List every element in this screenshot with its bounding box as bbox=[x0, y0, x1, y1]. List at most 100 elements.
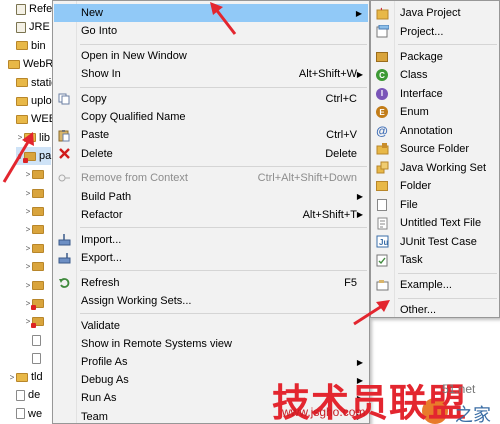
tree-item[interactable]: WebRoot bbox=[0, 55, 60, 73]
junit-icon: Ju bbox=[375, 235, 389, 249]
submenu-item-class[interactable]: C Class bbox=[371, 66, 499, 84]
submenu-arrow-icon: ▶ bbox=[356, 357, 363, 367]
expand-toggle-icon[interactable]: > bbox=[24, 244, 32, 253]
tree-item-label: pa bbox=[39, 150, 52, 163]
expand-toggle-icon[interactable]: > bbox=[24, 262, 32, 271]
tree-item[interactable]: we bbox=[8, 405, 42, 423]
menu-item-remove-from-context: Remove from Context Ctrl+Alt+Shift+Down bbox=[58, 169, 369, 187]
menu-item-show-in[interactable]: Show In Alt+Shift+W ▶ bbox=[77, 65, 369, 83]
menu-icon-gutter bbox=[53, 1, 77, 423]
submenu-item-label: Example... bbox=[400, 279, 452, 291]
menu-item-show-in-remote-systems-view[interactable]: Show in Remote Systems view bbox=[77, 335, 369, 353]
tree-item[interactable] bbox=[24, 331, 44, 349]
folder-icon bbox=[16, 78, 28, 88]
expand-toggle-icon[interactable]: > bbox=[24, 225, 32, 234]
source-folder-icon bbox=[375, 142, 389, 156]
menu-separator bbox=[80, 86, 367, 88]
menu-item-label: Validate bbox=[81, 319, 120, 332]
menu-item-profile-as[interactable]: Profile As ▶ bbox=[77, 353, 369, 371]
submenu-item-junit-test-case[interactable]: Ju JUnit Test Case bbox=[371, 233, 499, 251]
menu-item-shortcut: F5 bbox=[344, 276, 357, 289]
text-file-icon bbox=[375, 216, 389, 230]
import-icon bbox=[57, 233, 71, 247]
submenu-item-enum[interactable]: E Enum bbox=[371, 103, 499, 121]
expand-toggle-icon[interactable]: > bbox=[24, 281, 32, 290]
submenu-item-label: Annotation bbox=[400, 124, 453, 137]
remove-context-icon bbox=[57, 171, 71, 185]
menu-item-export[interactable]: Export... bbox=[58, 249, 369, 267]
tree-item-label: tld bbox=[31, 371, 43, 383]
tree-item[interactable]: > bbox=[24, 313, 47, 331]
menu-item-label: Build Path bbox=[81, 190, 132, 203]
jar-icon bbox=[16, 21, 26, 33]
submenu-item-label: Project... bbox=[400, 25, 444, 38]
tree-item[interactable]: > bbox=[24, 239, 47, 257]
tree-item[interactable]: > tld bbox=[8, 368, 43, 386]
menu-item-label: Show In bbox=[81, 68, 121, 81]
submenu-item-package[interactable]: Package bbox=[371, 48, 499, 66]
menu-item-assign-working-sets[interactable]: Assign Working Sets... bbox=[77, 292, 369, 310]
submenu-item-interface[interactable]: I Interface bbox=[371, 85, 499, 103]
menu-separator bbox=[80, 270, 367, 272]
tree-item[interactable] bbox=[24, 350, 44, 368]
submenu-arrow-icon: ▶ bbox=[356, 192, 363, 202]
jar-icon bbox=[16, 3, 26, 15]
submenu-item-project[interactable]: Project... bbox=[371, 23, 499, 41]
submenu-item-example[interactable]: Example... bbox=[371, 276, 499, 294]
expand-toggle-icon[interactable]: > bbox=[24, 207, 32, 216]
submenu-item-label: Package bbox=[400, 50, 443, 63]
arrow-annotation-other bbox=[353, 300, 390, 326]
menu-item-label: Refresh bbox=[81, 276, 120, 289]
package-icon bbox=[32, 225, 44, 235]
menu-item-validate[interactable]: Validate bbox=[77, 317, 369, 335]
tree-item[interactable]: static bbox=[8, 74, 57, 92]
new-submenu: Java Project Project... Package C Class I Inte… bbox=[370, 0, 500, 318]
menu-item-label: Export... bbox=[81, 251, 122, 264]
interface-icon: I bbox=[376, 87, 388, 100]
tree-item[interactable]: bin bbox=[8, 37, 46, 55]
folder-icon bbox=[16, 114, 28, 124]
submenu-separator bbox=[398, 272, 497, 274]
menu-item-open-in-new-window[interactable]: Open in New Window bbox=[77, 47, 369, 65]
menu-item-refactor[interactable]: Refactor Alt+Shift+T ▶ bbox=[77, 206, 369, 224]
submenu-item-label: Untitled Text File bbox=[400, 217, 482, 229]
menu-item-shortcut: Ctrl+C bbox=[325, 93, 357, 105]
menu-item-delete[interactable]: Delete Delete bbox=[58, 145, 369, 163]
java-project-icon bbox=[375, 6, 389, 20]
menu-separator bbox=[80, 313, 367, 315]
folder-icon bbox=[16, 372, 28, 382]
tree-item[interactable]: > bbox=[24, 276, 47, 294]
menu-item-shortcut: Delete bbox=[325, 147, 357, 160]
submenu-arrow-icon: ▶ bbox=[355, 8, 362, 18]
submenu-item-java-project[interactable]: Java Project bbox=[371, 4, 499, 22]
menu-item-paste[interactable]: Paste Ctrl+V bbox=[58, 126, 369, 144]
submenu-item-java-working-set[interactable]: Java Working Set bbox=[371, 159, 499, 177]
submenu-separator bbox=[398, 44, 497, 46]
submenu-item-untitled-text-file[interactable]: Untitled Text File bbox=[371, 214, 499, 232]
submenu-item-source-folder[interactable]: Source Folder bbox=[371, 140, 499, 158]
menu-item-refresh[interactable]: Refresh F5 bbox=[58, 274, 369, 292]
tree-item[interactable]: > bbox=[24, 202, 47, 220]
submenu-item-folder[interactable]: Folder bbox=[371, 177, 499, 195]
submenu-item-file[interactable]: File bbox=[371, 196, 499, 214]
watermark-side-cn: 之家 bbox=[455, 405, 491, 424]
project-icon bbox=[375, 25, 389, 39]
submenu-item-task[interactable]: Task bbox=[371, 251, 499, 269]
expand-toggle-icon[interactable]: > bbox=[8, 373, 16, 382]
expand-toggle-icon[interactable]: > bbox=[24, 189, 32, 198]
menu-item-import[interactable]: Import... bbox=[58, 231, 369, 249]
package-icon bbox=[32, 262, 44, 272]
submenu-item-annotation[interactable]: @ Annotation bbox=[371, 122, 499, 140]
tree-item[interactable]: uploa bbox=[8, 92, 58, 110]
tree-item[interactable]: de bbox=[8, 386, 40, 404]
menu-item-copy-qualified-name[interactable]: Copy Qualified Name bbox=[77, 108, 369, 126]
package-icon bbox=[32, 188, 44, 198]
package-icon bbox=[32, 206, 44, 216]
tree-item[interactable]: > bbox=[24, 294, 47, 312]
watermark-side-text: 51.net bbox=[442, 382, 476, 396]
menu-item-build-path[interactable]: Build Path ▶ bbox=[77, 188, 369, 206]
menu-item-copy[interactable]: Copy Ctrl+C bbox=[58, 90, 369, 108]
tree-item-label: bin bbox=[31, 39, 46, 52]
tree-item[interactable]: > bbox=[24, 221, 47, 239]
tree-item[interactable]: > bbox=[24, 258, 47, 276]
